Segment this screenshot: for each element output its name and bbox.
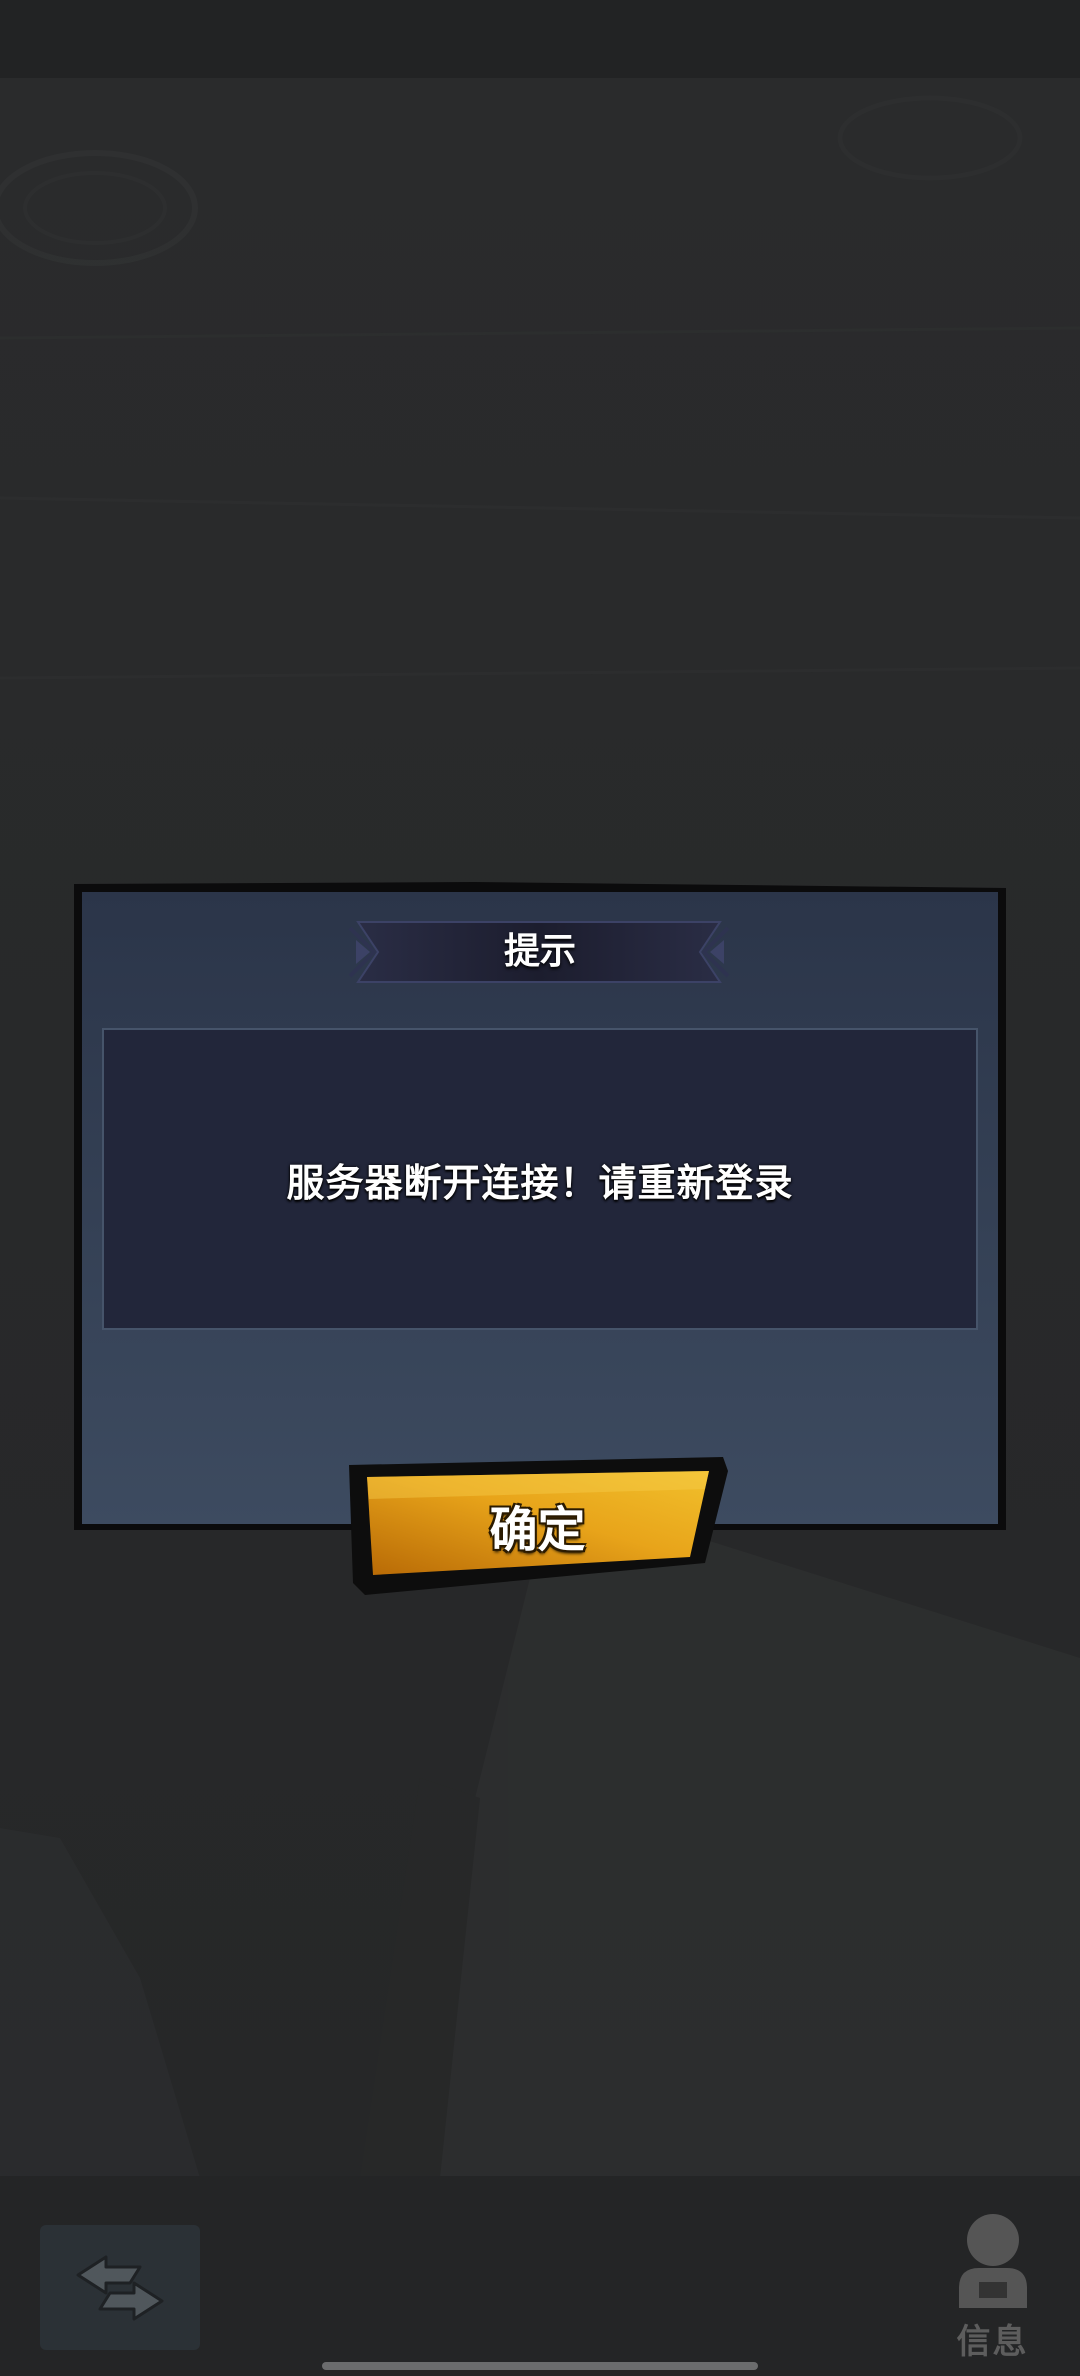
return-arrow-icon bbox=[76, 2255, 164, 2320]
back-button[interactable] bbox=[40, 2225, 200, 2350]
info-label: 信息 bbox=[956, 2322, 1029, 2362]
message-box: 服务器断开连接！请重新登录 bbox=[102, 1028, 978, 1330]
confirm-button[interactable]: 确定 bbox=[345, 1455, 730, 1595]
info-button[interactable]: 信息 bbox=[905, 2200, 1080, 2376]
confirm-label: 确定 bbox=[489, 1502, 586, 1558]
status-bar bbox=[0, 0, 1080, 78]
user-icon bbox=[958, 2214, 1027, 2308]
home-indicator bbox=[322, 2362, 758, 2370]
dialog-title: 提示 bbox=[503, 931, 576, 972]
message-text: 服务器断开连接！请重新登录 bbox=[286, 1160, 794, 1205]
